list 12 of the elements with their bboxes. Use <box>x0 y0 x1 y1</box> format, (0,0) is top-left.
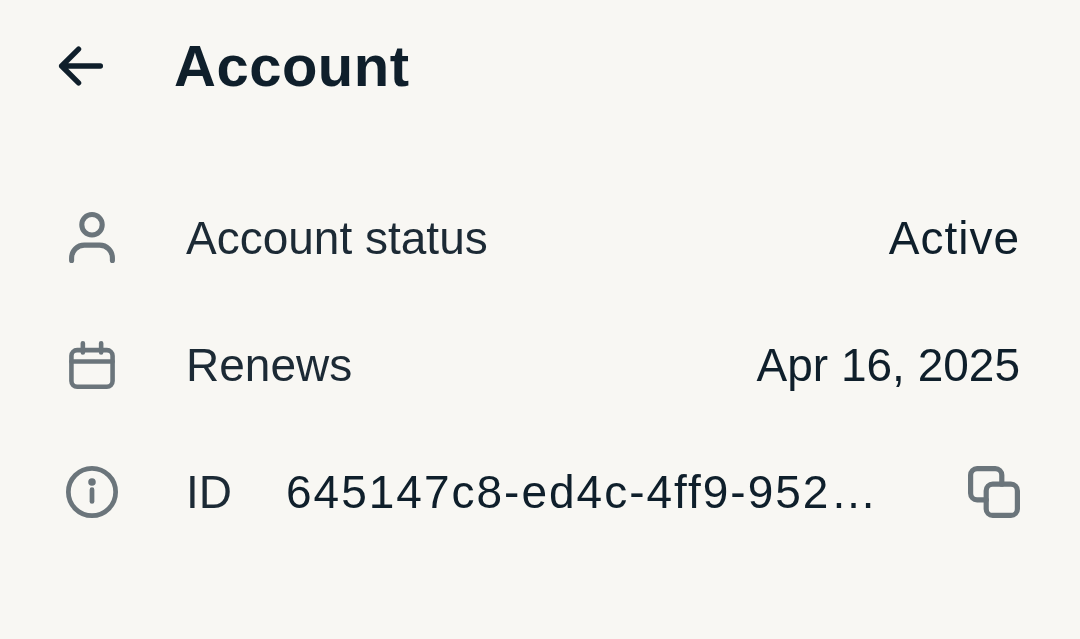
person-icon <box>69 212 115 263</box>
id-value: 645147c8-ed4c-4ff9-952… <box>286 468 880 515</box>
copy-icon <box>968 465 1020 518</box>
back-arrow-icon <box>58 46 104 86</box>
calendar-icon <box>69 340 115 389</box>
info-icon <box>66 465 118 518</box>
status-value: Active <box>888 214 1020 261</box>
copy-button[interactable] <box>966 463 1022 520</box>
page-title: Account <box>174 37 410 95</box>
field-label: ID <box>186 468 232 515</box>
field-label: Account status <box>186 214 488 261</box>
field-label: Renews <box>186 341 353 388</box>
